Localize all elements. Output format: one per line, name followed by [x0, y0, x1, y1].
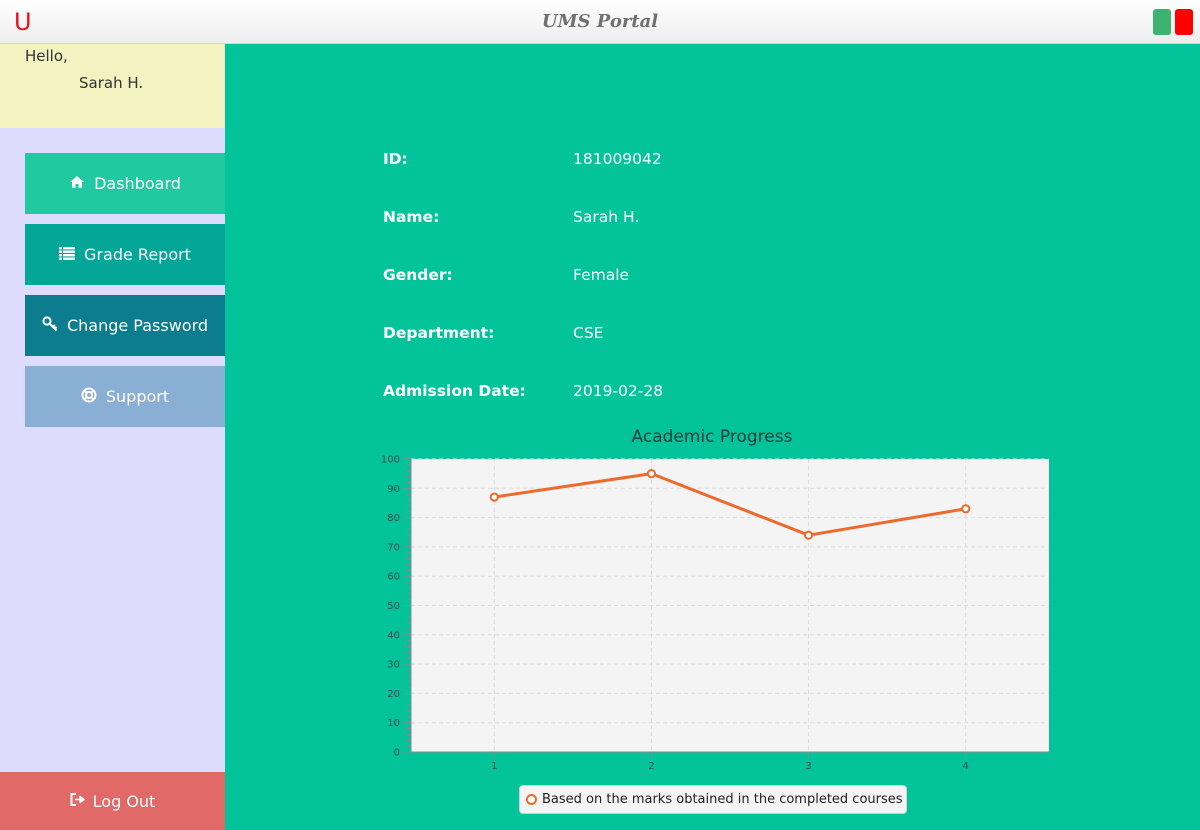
data-point	[803, 530, 814, 540]
life-ring-icon	[81, 387, 97, 406]
sidebar: Hello, Sarah H. Dashboard Grade Report C…	[0, 44, 225, 830]
title-bar: U UMS Portal	[0, 0, 1200, 44]
greeting-panel: Hello, Sarah H.	[0, 44, 225, 128]
name-value: Sarah H.	[573, 208, 640, 226]
y-tick-label: 80	[387, 513, 400, 524]
home-icon	[69, 175, 85, 192]
y-tick-label: 20	[387, 689, 400, 700]
gender-label: Gender:	[383, 266, 453, 284]
legend-label: Based on the marks obtained in the compl…	[542, 792, 903, 807]
sign-out-icon	[70, 792, 85, 810]
academic-progress-chart: 0 10 20 30 40 50 60 70 80 90 100 1 2 3 4	[381, 455, 1049, 772]
y-tick-label: 90	[387, 484, 400, 495]
y-tick-label: 10	[387, 718, 400, 729]
logout-label: Log Out	[92, 791, 156, 811]
close-button[interactable]	[1175, 9, 1193, 35]
x-tick-label: 1	[491, 761, 497, 772]
department-value: CSE	[573, 324, 604, 342]
y-tick-label: 60	[387, 572, 400, 583]
greeting-name: Sarah H.	[79, 74, 144, 92]
data-point	[646, 469, 657, 479]
gender-value: Female	[573, 266, 630, 284]
y-tick-label: 50	[387, 601, 400, 612]
y-tick-label: 100	[381, 455, 400, 466]
department-label: Department:	[383, 324, 495, 342]
y-tick-label: 70	[387, 542, 400, 553]
greeting-hello: Hello,	[25, 47, 68, 65]
logout-button[interactable]: Log Out	[0, 772, 225, 830]
chart-title: Academic Progress	[631, 427, 793, 447]
data-point	[961, 504, 971, 514]
name-label: Name:	[383, 208, 440, 226]
admission-date-label: Admission Date:	[383, 382, 526, 400]
dashboard-label: Dashboard	[94, 174, 181, 193]
data-point	[489, 492, 499, 502]
window-title: UMS Portal	[541, 11, 659, 32]
support-button[interactable]: Support	[25, 366, 225, 427]
y-tick-label: 0	[394, 748, 400, 759]
y-tick-label: 30	[387, 660, 400, 671]
key-icon	[42, 316, 58, 335]
list-icon	[59, 246, 76, 263]
admission-date-value: 2019-02-28	[573, 382, 664, 400]
x-tick-label: 2	[648, 761, 654, 772]
change-password-button[interactable]: Change Password	[25, 295, 225, 356]
grade-report-button[interactable]: Grade Report	[25, 224, 225, 285]
chart-legend: Based on the marks obtained in the compl…	[519, 785, 907, 814]
x-tick-label: 4	[963, 761, 969, 772]
id-label: ID:	[383, 150, 408, 168]
change-password-label: Change Password	[66, 316, 209, 335]
grade-report-label: Grade Report	[84, 245, 191, 264]
x-tick-label: 3	[805, 761, 811, 772]
support-label: Support	[105, 387, 170, 406]
y-tick-label: 40	[387, 630, 400, 641]
id-value: 181009042	[573, 150, 662, 168]
legend-marker-icon	[526, 794, 537, 805]
minimize-button[interactable]	[1153, 9, 1171, 35]
dashboard-button[interactable]: Dashboard	[25, 153, 225, 214]
